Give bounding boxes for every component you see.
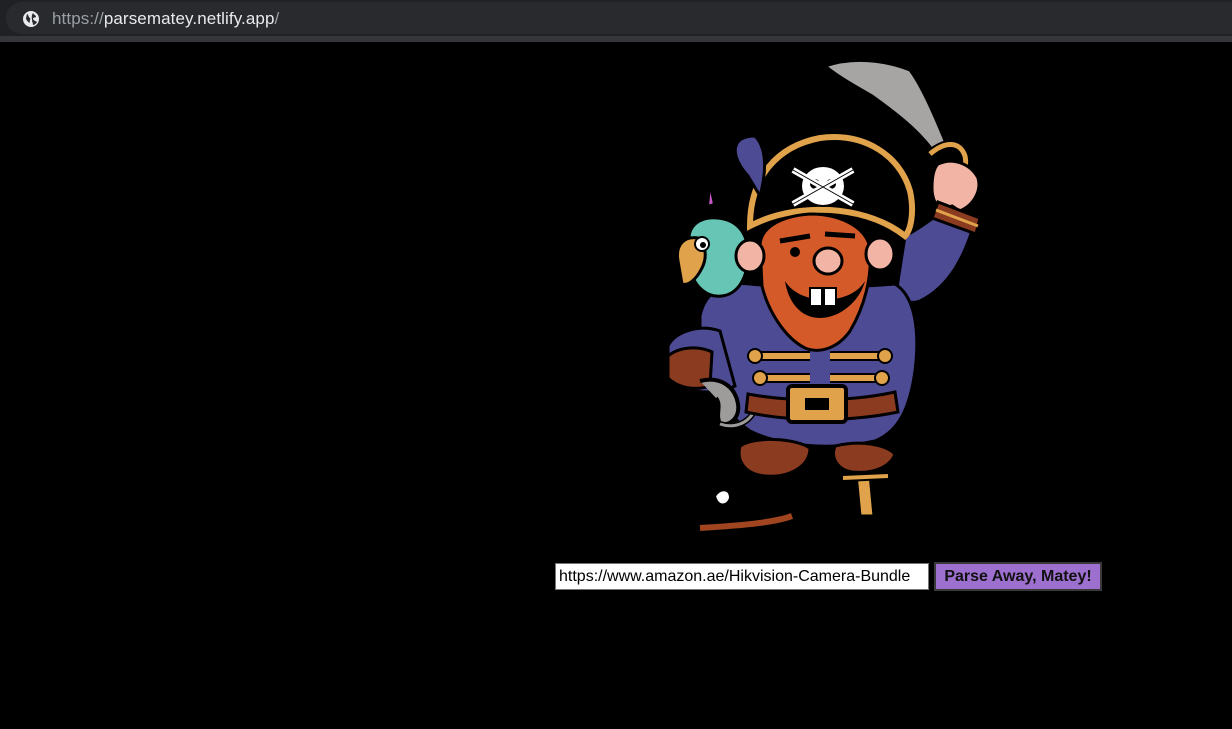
address-bar[interactable]: https://parsematey.netlify.app/ xyxy=(6,2,1232,34)
url-input[interactable] xyxy=(555,563,929,590)
globe-icon[interactable] xyxy=(22,10,40,28)
pirate-mascot-image xyxy=(666,58,982,531)
url-path: / xyxy=(274,9,280,28)
page-viewport: Parse Away, Matey! xyxy=(0,42,1232,729)
browser-toolbar: https://parsematey.netlify.app/ xyxy=(0,0,1232,36)
url-scheme: https:// xyxy=(52,9,104,28)
parse-button[interactable]: Parse Away, Matey! xyxy=(934,562,1102,591)
url-text[interactable]: https://parsematey.netlify.app/ xyxy=(52,9,279,29)
url-host: parsematey.netlify.app xyxy=(103,9,275,28)
